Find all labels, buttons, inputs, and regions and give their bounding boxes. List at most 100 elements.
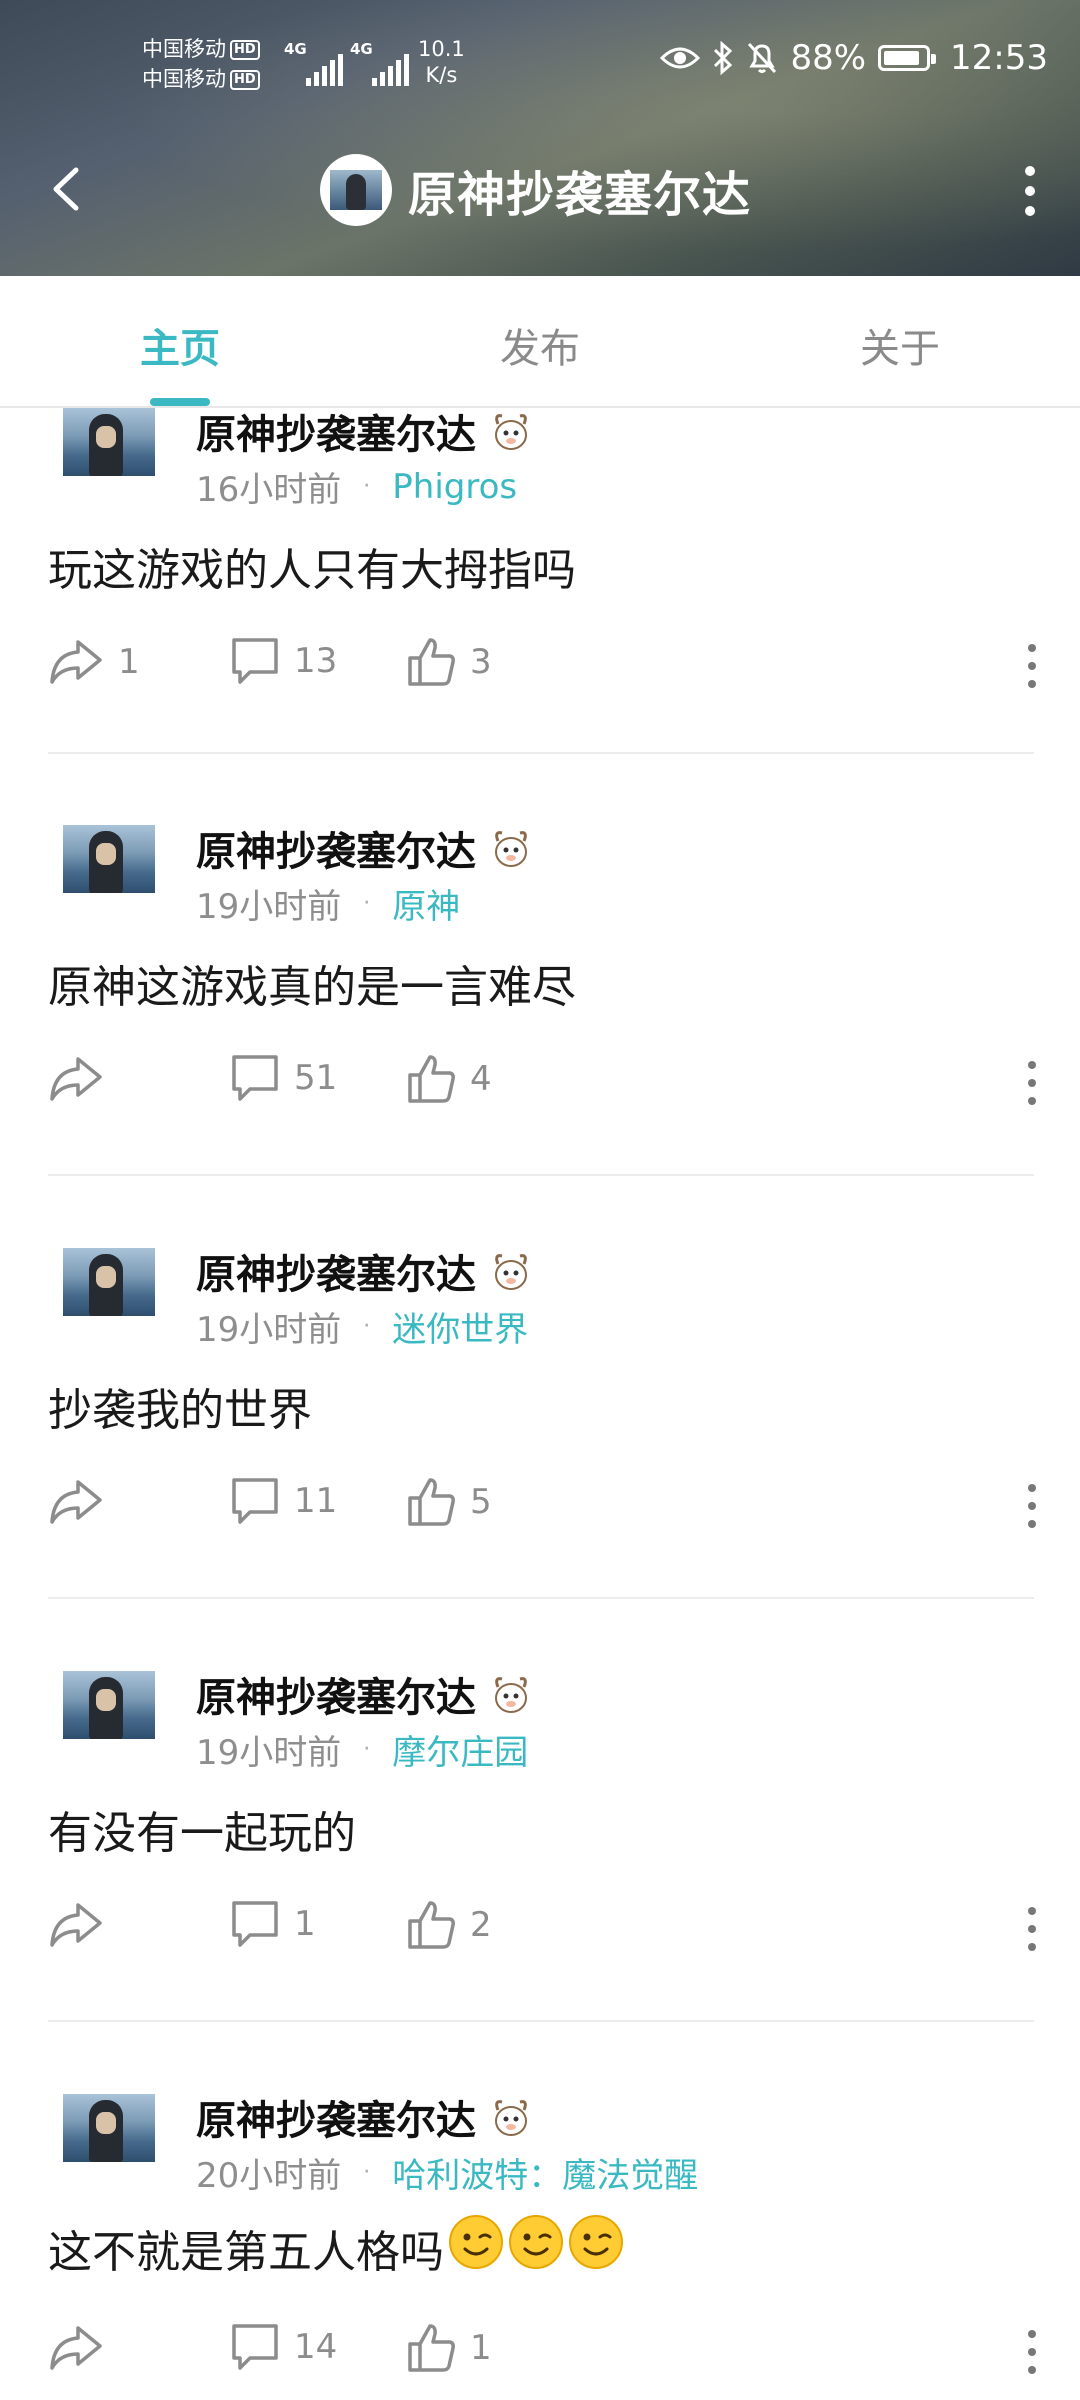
- eye-icon: [660, 47, 701, 69]
- comment-count: 13: [294, 641, 338, 681]
- post-actions: 51 4: [48, 1053, 1038, 1117]
- post-text[interactable]: 抄袭我的世界: [48, 1374, 312, 1438]
- post-text-content: 这不就是第五人格吗: [48, 2226, 444, 2278]
- comment-button[interactable]: 11: [230, 1476, 337, 1526]
- mute-bell-icon: [748, 42, 777, 74]
- share-icon: [50, 2326, 102, 2370]
- post-actions: 1 13 3: [48, 636, 1038, 700]
- tab-home[interactable]: 主页: [70, 316, 290, 374]
- post-author-row: 原神抄袭塞尔达: [196, 406, 534, 460]
- avatar[interactable]: [63, 2094, 155, 2162]
- share-icon: [50, 1057, 102, 1101]
- more-options-icon[interactable]: [1020, 166, 1040, 216]
- post-more-icon[interactable]: [1026, 1061, 1038, 1105]
- post-author-row: 原神抄袭塞尔达: [196, 1242, 534, 1300]
- like-button[interactable]: 3: [406, 636, 492, 688]
- page-title: 原神抄袭塞尔达: [408, 167, 752, 223]
- avatar[interactable]: [63, 825, 155, 893]
- network-speed: 10.1 K/s: [418, 36, 465, 88]
- comment-count: 51: [294, 1058, 338, 1098]
- comment-button[interactable]: 13: [230, 636, 337, 686]
- post-card[interactable]: 原神抄袭塞尔达 16小时前 · Phigros 玩这游戏的人只有大拇指吗 1 1…: [0, 406, 1080, 773]
- post-actions: 11 5: [48, 1476, 1038, 1540]
- network-type-2: 4G: [350, 40, 373, 58]
- share-count: 1: [118, 642, 140, 682]
- wink-emoji-icon: [449, 2215, 503, 2269]
- share-button[interactable]: [48, 2322, 118, 2374]
- comment-icon: [232, 1478, 278, 1524]
- post-author-row: 原神抄袭塞尔达: [196, 819, 534, 877]
- back-icon[interactable]: [46, 164, 86, 214]
- tab-bar: 主页 发布 关于: [0, 276, 1080, 408]
- goat-badge-icon: [495, 1677, 527, 1713]
- comment-button[interactable]: 1: [230, 1899, 316, 1949]
- comment-count: 14: [294, 2327, 338, 2367]
- post-topic[interactable]: 原神: [392, 879, 460, 928]
- post-card[interactable]: 原神抄袭塞尔达 19小时前 · 迷你世界 抄袭我的世界 11 5: [0, 1196, 1080, 1619]
- post-meta: 19小时前 · 迷你世界: [196, 1302, 528, 1351]
- avatar[interactable]: [63, 1671, 155, 1739]
- post-author-row: 原神抄袭塞尔达: [196, 2088, 534, 2146]
- goat-badge-icon: [495, 1254, 527, 1290]
- like-count: 5: [470, 1482, 492, 1522]
- post-topic[interactable]: Phigros: [392, 467, 517, 507]
- post-text[interactable]: 原神这游戏真的是一言难尽: [48, 951, 576, 1015]
- like-icon: [408, 1055, 455, 1103]
- like-icon: [408, 1901, 455, 1949]
- tab-active-indicator: [150, 398, 210, 406]
- post-text[interactable]: 玩这游戏的人只有大拇指吗: [48, 534, 576, 598]
- share-button[interactable]: 1: [48, 636, 140, 688]
- post-username[interactable]: 原神抄袭塞尔达: [196, 1665, 476, 1723]
- post-card[interactable]: 原神抄袭塞尔达 20小时前 · 哈利波特：魔法觉醒 这不就是第五人格吗 14 1: [0, 2042, 1080, 2400]
- post-more-icon[interactable]: [1026, 644, 1038, 688]
- wink-emoji-icon: [509, 2215, 563, 2269]
- post-card[interactable]: 原神抄袭塞尔达 19小时前 · 原神 原神这游戏真的是一言难尽 51 4: [0, 773, 1080, 1196]
- post-more-icon[interactable]: [1026, 1484, 1038, 1528]
- post-more-icon[interactable]: [1026, 2330, 1038, 2374]
- comment-icon: [232, 1901, 278, 1947]
- avatar[interactable]: [63, 408, 155, 476]
- like-count: 3: [470, 642, 492, 682]
- like-button[interactable]: 1: [406, 2322, 492, 2374]
- post-text[interactable]: 有没有一起玩的: [48, 1797, 356, 1861]
- carrier-2: 中国移动: [142, 67, 226, 91]
- post-actions: 14 1: [48, 2322, 1038, 2386]
- post-time: 20小时前: [196, 2156, 342, 2196]
- divider: [48, 1597, 1034, 1599]
- like-button[interactable]: 2: [406, 1899, 492, 1951]
- post-topic[interactable]: 摩尔庄园: [392, 1725, 528, 1774]
- divider: [48, 1174, 1034, 1176]
- share-button[interactable]: [48, 1476, 118, 1528]
- comment-icon: [232, 2324, 278, 2370]
- tab-about[interactable]: 关于: [790, 316, 1010, 374]
- bluetooth-icon: [714, 41, 733, 75]
- like-button[interactable]: 4: [406, 1053, 492, 1105]
- avatar[interactable]: [63, 1248, 155, 1316]
- comment-button[interactable]: 14: [230, 2322, 337, 2372]
- post-card[interactable]: 原神抄袭塞尔达 19小时前 · 摩尔庄园 有没有一起玩的 1 2: [0, 1619, 1080, 2042]
- carrier-info: 中国移动 HD 中国移动 HD: [142, 34, 260, 94]
- post-meta: 19小时前 · 摩尔庄园: [196, 1725, 528, 1774]
- comment-button[interactable]: 51: [230, 1053, 337, 1103]
- tab-publish[interactable]: 发布: [430, 316, 650, 374]
- post-topic[interactable]: 哈利波特：魔法觉醒: [392, 2148, 698, 2197]
- share-button[interactable]: [48, 1053, 118, 1105]
- divider: [48, 752, 1034, 754]
- like-icon: [408, 2324, 455, 2372]
- post-username[interactable]: 原神抄袭塞尔达: [196, 2088, 476, 2146]
- clock: 12:53: [950, 38, 1048, 78]
- post-username[interactable]: 原神抄袭塞尔达: [196, 1242, 476, 1300]
- carrier-1: 中国移动: [142, 37, 226, 61]
- post-more-icon[interactable]: [1026, 1907, 1038, 1951]
- post-text-content: 原神这游戏真的是一言难尽: [48, 962, 576, 1013]
- speed-unit: K/s: [425, 63, 458, 87]
- post-text[interactable]: 这不就是第五人格吗: [48, 2214, 624, 2281]
- post-username[interactable]: 原神抄袭塞尔达: [196, 406, 476, 460]
- post-username[interactable]: 原神抄袭塞尔达: [196, 819, 476, 877]
- post-topic[interactable]: 迷你世界: [392, 1302, 528, 1351]
- post-feed[interactable]: 原神抄袭塞尔达 16小时前 · Phigros 玩这游戏的人只有大拇指吗 1 1…: [0, 406, 1080, 2400]
- comment-icon: [232, 638, 278, 684]
- share-button[interactable]: [48, 1899, 118, 1951]
- network-type-1: 4G: [284, 40, 307, 58]
- like-button[interactable]: 5: [406, 1476, 492, 1528]
